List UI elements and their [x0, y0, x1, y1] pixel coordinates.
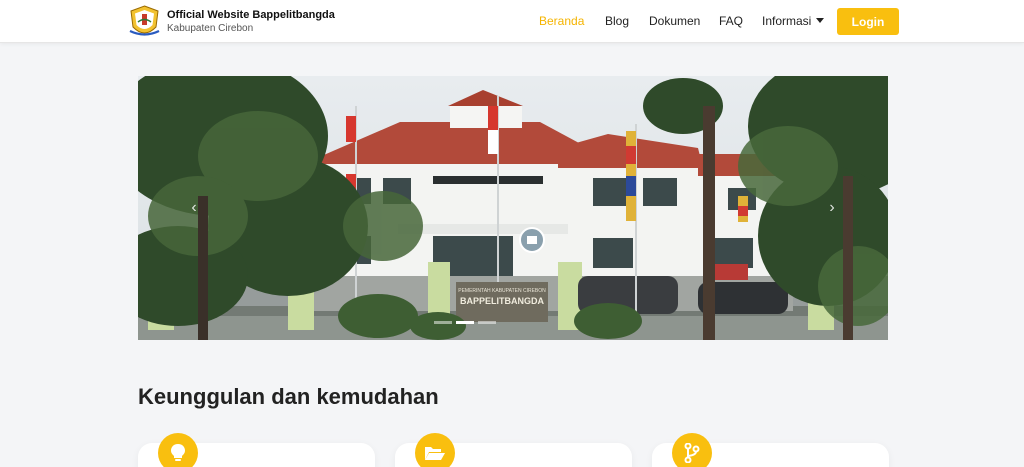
section-title: Keunggulan dan kemudahan — [138, 384, 439, 409]
code-branch-icon — [672, 433, 712, 467]
nav-faq[interactable]: FAQ — [719, 14, 743, 28]
caret-down-icon — [816, 18, 825, 23]
lightbulb-icon — [158, 433, 198, 467]
brand[interactable]: Official Website Bappelitbangda Kabupate… — [128, 4, 335, 40]
carousel-indicators — [434, 321, 496, 324]
carousel-next-icon[interactable]: › — [822, 198, 842, 218]
login-button[interactable]: Login — [837, 8, 899, 35]
nav-blog[interactable]: Blog — [605, 14, 629, 28]
sign-top-text: PEMERINTAH KABUPATEN CIREBON — [458, 288, 546, 294]
hero-carousel[interactable]: PEMERINTAH KABUPATEN CIREBON BAPPELITBAN… — [138, 76, 888, 340]
site-subtitle: Kabupaten Cirebon — [167, 23, 254, 34]
carousel-indicator-2[interactable] — [456, 321, 474, 324]
nav-informasi-dropdown[interactable]: Informasi — [762, 14, 825, 28]
carousel-indicator-1[interactable] — [434, 321, 452, 324]
hero-office-photo: PEMERINTAH KABUPATEN CIREBON BAPPELITBAN… — [138, 76, 888, 340]
nav-beranda[interactable]: Beranda — [539, 14, 584, 28]
cirebon-regency-crest-icon — [129, 4, 160, 36]
carousel-prev-icon[interactable]: ‹ — [184, 198, 204, 218]
folder-open-icon — [415, 433, 455, 467]
sign-main-text: BAPPELITBANGDA — [460, 296, 545, 306]
carousel-indicator-3[interactable] — [478, 321, 496, 324]
navbar: Official Website Bappelitbangda Kabupate… — [0, 0, 1024, 43]
nav-dokumen[interactable]: Dokumen — [649, 14, 700, 28]
nav-informasi-label: Informasi — [762, 14, 812, 28]
site-title: Official Website Bappelitbangda — [167, 9, 335, 21]
